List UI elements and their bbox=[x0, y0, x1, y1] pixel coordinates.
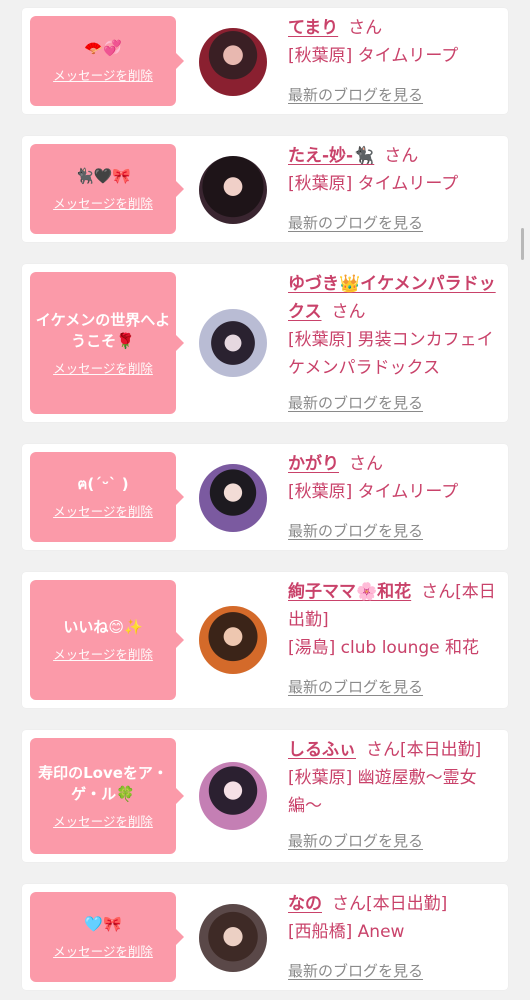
latest-blog-link[interactable]: 最新のブログを見る bbox=[288, 830, 423, 851]
message-card: いいね😊✨ メッセージを削除 絢子ママ🌸和花 さん[本日出勤] [湯島] club… bbox=[22, 572, 508, 708]
message-bubble: ฅ(ˊᵕˋ ) メッセージを削除 bbox=[30, 452, 184, 542]
avatar[interactable] bbox=[199, 762, 267, 830]
message-text: 🩵🎀 bbox=[84, 915, 122, 933]
delete-message-link[interactable]: メッセージを削除 bbox=[53, 358, 153, 377]
shop-info: [秋葉原] タイムリープ bbox=[288, 174, 459, 194]
delete-message-link[interactable]: メッセージを削除 bbox=[53, 941, 153, 960]
shop-info: [西船橋] Anew bbox=[288, 922, 405, 942]
cast-name-link[interactable]: ゆづき👑イケメンパラドックス bbox=[288, 274, 496, 322]
delete-message-link[interactable]: メッセージを削除 bbox=[53, 501, 153, 520]
message-card: 🪭💞 メッセージを削除 てまり さん [秋葉原] タイムリープ 最新のブログを見る bbox=[22, 8, 508, 114]
cast-name-link[interactable]: 絢子ママ🌸和花 bbox=[288, 582, 411, 602]
scrollbar[interactable] bbox=[521, 228, 524, 260]
avatar[interactable] bbox=[199, 309, 267, 377]
delete-message-link[interactable]: メッセージを削除 bbox=[53, 644, 153, 663]
delete-message-link[interactable]: メッセージを削除 bbox=[53, 65, 153, 84]
delete-message-link[interactable]: メッセージを削除 bbox=[53, 811, 153, 830]
honorific: さん bbox=[366, 740, 400, 760]
message-bubble: 🐈‍⬛🖤🎀 メッセージを削除 bbox=[30, 144, 184, 234]
message-text: 寿印のLoveをア・ゲ・ル🍀 bbox=[38, 763, 168, 803]
message-bubble: 🪭💞 メッセージを削除 bbox=[30, 16, 184, 106]
honorific: さん bbox=[421, 582, 456, 602]
avatar[interactable] bbox=[199, 904, 267, 972]
message-text: イケメンの世界へようこそ🌹 bbox=[35, 310, 171, 350]
delete-message-link[interactable]: メッセージを削除 bbox=[53, 193, 153, 212]
latest-blog-link[interactable]: 最新のブログを見る bbox=[288, 212, 423, 233]
work-status: [本日出勤] bbox=[400, 740, 482, 760]
message-text: 🪭💞 bbox=[84, 39, 122, 57]
avatar[interactable] bbox=[199, 606, 267, 674]
message-bubble: イケメンの世界へようこそ🌹 メッセージを削除 bbox=[30, 272, 184, 414]
latest-blog-link[interactable]: 最新のブログを見る bbox=[288, 84, 423, 105]
shop-info: [秋葉原] タイムリープ bbox=[288, 46, 459, 66]
honorific: さん bbox=[348, 18, 383, 38]
latest-blog-link[interactable]: 最新のブログを見る bbox=[288, 960, 423, 981]
cast-name-link[interactable]: てまり bbox=[288, 18, 338, 38]
message-card: イケメンの世界へようこそ🌹 メッセージを削除 ゆづき👑イケメンパラドックス さん … bbox=[22, 264, 508, 422]
shop-info: [秋葉原] 男装コンカフェイケメンパラドックス bbox=[288, 330, 494, 378]
honorific: さん bbox=[349, 454, 383, 474]
avatar[interactable] bbox=[199, 156, 267, 224]
message-card: 寿印のLoveをア・ゲ・ル🍀 メッセージを削除 しるふぃ さん[本日出勤] [秋葉… bbox=[22, 730, 508, 862]
message-bubble: 寿印のLoveをア・ゲ・ル🍀 メッセージを削除 bbox=[30, 738, 184, 854]
shop-info: [秋葉原] 幽遊屋敷〜霊女編〜 bbox=[288, 768, 477, 816]
message-card: 🩵🎀 メッセージを削除 なの さん[本日出勤] [西船橋] Anew 最新のブログ… bbox=[22, 884, 508, 990]
cast-name-link[interactable]: かがり bbox=[288, 454, 339, 474]
shop-info: [秋葉原] タイムリープ bbox=[288, 482, 459, 502]
honorific: さん bbox=[331, 302, 366, 322]
cast-name-link[interactable]: なの bbox=[288, 894, 322, 914]
avatar[interactable] bbox=[199, 28, 267, 96]
honorific: さん bbox=[384, 146, 419, 166]
honorific: さん bbox=[332, 894, 366, 914]
cast-name-link[interactable]: しるふぃ bbox=[288, 740, 356, 760]
message-text: いいね😊✨ bbox=[63, 618, 143, 636]
message-text: 🐈‍⬛🖤🎀 bbox=[74, 167, 132, 185]
message-card: ฅ(ˊᵕˋ ) メッセージを削除 かがり さん [秋葉原] タイムリープ 最新のブ… bbox=[22, 444, 508, 550]
message-bubble: 🩵🎀 メッセージを削除 bbox=[30, 892, 184, 982]
message-card: 🐈‍⬛🖤🎀 メッセージを削除 たえ-妙-🐈‍⬛ さん [秋葉原] タイムリープ 最… bbox=[22, 136, 508, 242]
cast-name-link[interactable]: たえ-妙-🐈‍⬛ bbox=[288, 146, 374, 166]
latest-blog-link[interactable]: 最新のブログを見る bbox=[288, 676, 423, 697]
work-status: [本日出勤] bbox=[366, 894, 448, 914]
latest-blog-link[interactable]: 最新のブログを見る bbox=[288, 392, 423, 413]
latest-blog-link[interactable]: 最新のブログを見る bbox=[288, 520, 423, 541]
avatar[interactable] bbox=[199, 464, 267, 532]
message-bubble: いいね😊✨ メッセージを削除 bbox=[30, 580, 184, 700]
message-text: ฅ(ˊᵕˋ ) bbox=[77, 475, 129, 493]
shop-info: [湯島] club lounge 和花 bbox=[288, 638, 480, 658]
